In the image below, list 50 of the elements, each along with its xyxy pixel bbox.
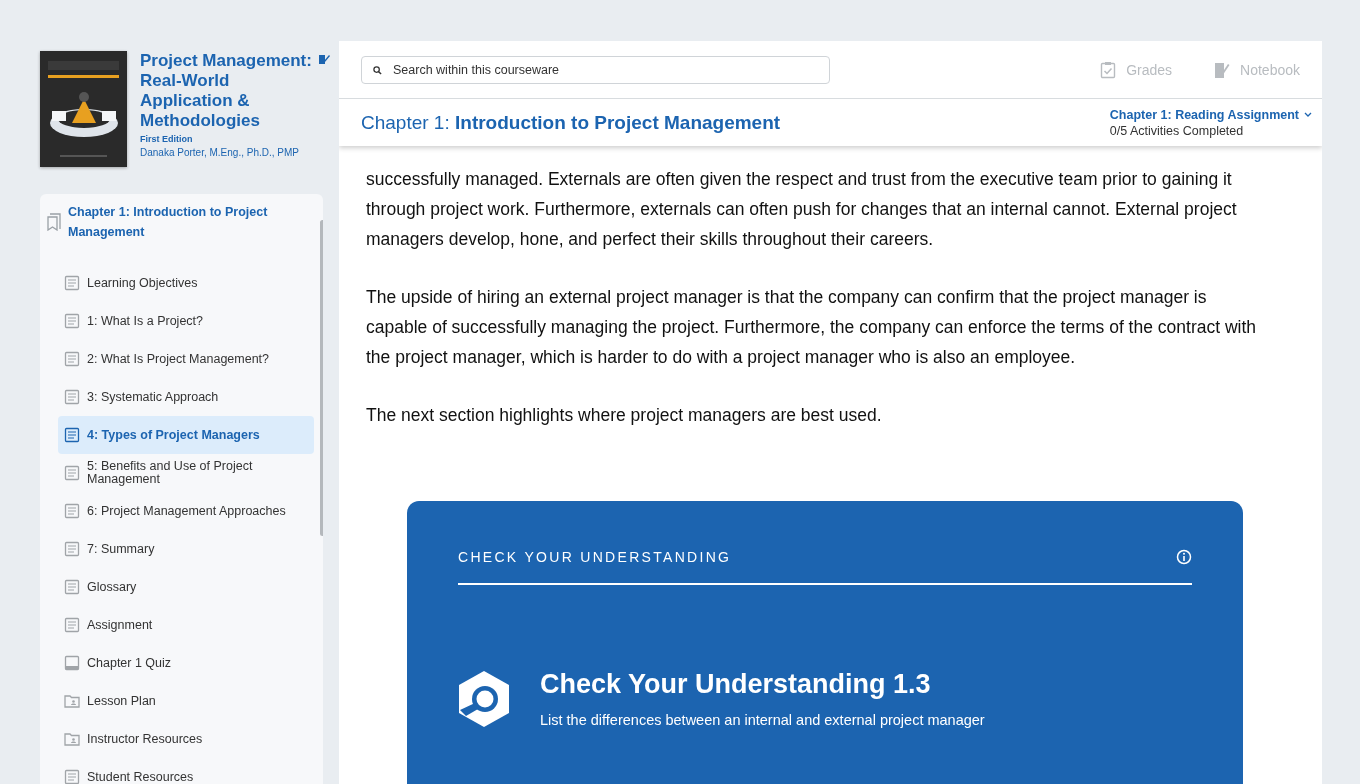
toc-item[interactable]: Instructor Resources: [58, 720, 314, 758]
clipboard-check-icon: [1100, 60, 1117, 79]
chapter-link[interactable]: Chapter 1: Introduction to Project Management: [68, 202, 283, 242]
document-icon: [64, 769, 80, 784]
document-icon: [64, 465, 80, 481]
monitor-icon: [64, 655, 80, 671]
toc-item[interactable]: 5: Benefits and Use of Project Management: [58, 454, 314, 492]
toc-item[interactable]: Lesson Plan: [58, 682, 314, 720]
card-heading: CHECK YOUR UNDERSTANDING: [458, 549, 732, 565]
book-title: Project Management: Real-World Application & Methodologies: [140, 51, 313, 131]
body-paragraph: The upside of hiring an external project manager is that the company can confirm that the project manager is capable of successfully managing the project. Furthermore, the company can enforce the terms of the contract with the project manager, which is harder to do with a project manager who is also an employee.: [366, 286, 1258, 369]
book-author: Danaka Porter, M.Eng., Ph.D., PMP: [140, 147, 300, 158]
toc-item[interactable]: 1: What Is a Project?: [58, 302, 314, 340]
document-icon: [64, 579, 80, 595]
search-field[interactable]: Search within this courseware: [361, 55, 830, 84]
toc-item[interactable]: 2: What Is Project Management?: [58, 340, 314, 378]
toc-item[interactable]: Student Resources: [58, 758, 314, 784]
document-icon: [64, 275, 80, 291]
book-edition: First Edition: [140, 134, 194, 144]
document-icon: [64, 389, 80, 405]
folder-icon: [64, 731, 80, 747]
body-paragraph: successfully managed. Externals are often given the respect and trust from the executive team prior to gaining it through project work. Furthermore, externals can often push for changes that an internal cannot. External project managers develop, hone, and perfect their skills throughout their careers.: [366, 168, 1238, 251]
notebook-pen-icon: [1214, 60, 1231, 79]
activities-count-text: 0/5 Activities Completed: [1109, 123, 1245, 138]
card-title: Check Your Understanding 1.3: [540, 669, 932, 700]
toc-item[interactable]: 4: Types of Project Managers: [58, 416, 314, 454]
body-paragraph: The next section highlights where project managers are best used.: [366, 404, 883, 427]
document-icon: [64, 427, 80, 443]
chapter-title: Chapter 1: Introduction to Project Management: [361, 111, 781, 134]
bookmark-icon: [46, 213, 62, 231]
info-icon[interactable]: [1176, 549, 1192, 565]
toc-item[interactable]: Chapter 1 Quiz: [58, 644, 314, 682]
document-icon: [64, 313, 80, 329]
folder-icon: [64, 693, 80, 709]
document-icon: [64, 503, 80, 519]
document-icon: [64, 351, 80, 367]
toc-item[interactable]: Glossary: [58, 568, 314, 606]
toc-item[interactable]: Assignment: [58, 606, 314, 644]
magnifier-hexagon-icon: [458, 669, 510, 728]
notebook-pen-icon[interactable]: [318, 53, 330, 65]
toc-item[interactable]: Learning Objectives: [58, 264, 314, 302]
toc-item[interactable]: 3: Systematic Approach: [58, 378, 314, 416]
toc-item[interactable]: 6: Project Management Approaches: [58, 492, 314, 530]
search-icon: [373, 65, 382, 75]
assignment-dropdown[interactable]: Chapter 1: Reading Assignment: [1109, 107, 1312, 122]
toc-item[interactable]: 7: Summary: [58, 530, 314, 568]
card-description: List the differences between an internal and external project manager: [540, 712, 985, 728]
document-icon: [64, 541, 80, 557]
caret-icon: [1304, 112, 1312, 117]
document-icon: [64, 617, 80, 633]
